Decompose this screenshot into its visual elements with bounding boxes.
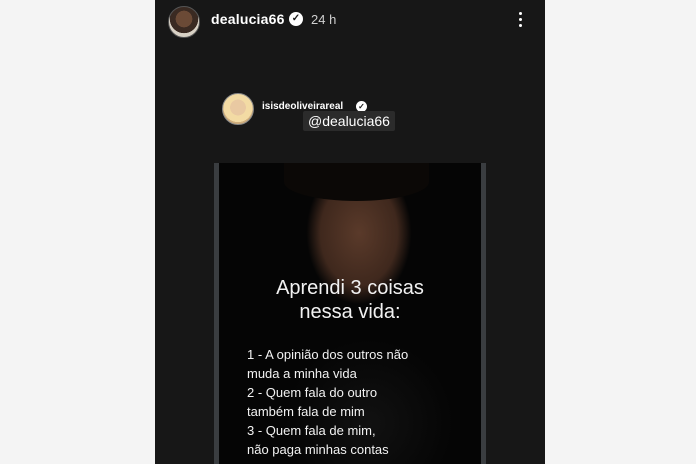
avatar[interactable] (168, 6, 200, 38)
reshare-avatar[interactable] (222, 93, 254, 125)
image-list: 1 - A opinião dos outros não muda a minh… (247, 345, 477, 459)
reshared-post-image[interactable]: Aprendi 3 coisas nessa vida: 1 - A opini… (214, 163, 486, 464)
more-vertical-icon[interactable] (515, 10, 525, 30)
mention-sticker[interactable]: @dealucia66 (303, 111, 395, 131)
headline-line-2: nessa vida: (299, 301, 401, 323)
story-username[interactable]: dealucia66 (211, 11, 285, 27)
page-margin-left (0, 0, 155, 464)
list-item: não paga minhas contas (247, 442, 389, 457)
portrait-hair (284, 163, 429, 201)
list-item: também fala de mim (247, 404, 365, 419)
image-headline: Aprendi 3 coisas nessa vida: (219, 276, 481, 324)
headline-line-1: Aprendi 3 coisas (276, 277, 424, 299)
list-item: 2 - Quem fala do outro (247, 385, 378, 400)
verified-badge-icon: ✓ (289, 12, 303, 26)
list-item: muda a minha vida (247, 366, 357, 381)
list-item: 1 - A opinião dos outros não (247, 347, 409, 362)
story-timestamp: 24 h (311, 12, 337, 27)
page-margin-right (545, 0, 696, 464)
list-item: 3 - Quem fala de mim, (247, 423, 376, 438)
story-viewer: dealucia66 ✓ 24 h isisdeoliveirareal ✓ @… (155, 0, 545, 464)
